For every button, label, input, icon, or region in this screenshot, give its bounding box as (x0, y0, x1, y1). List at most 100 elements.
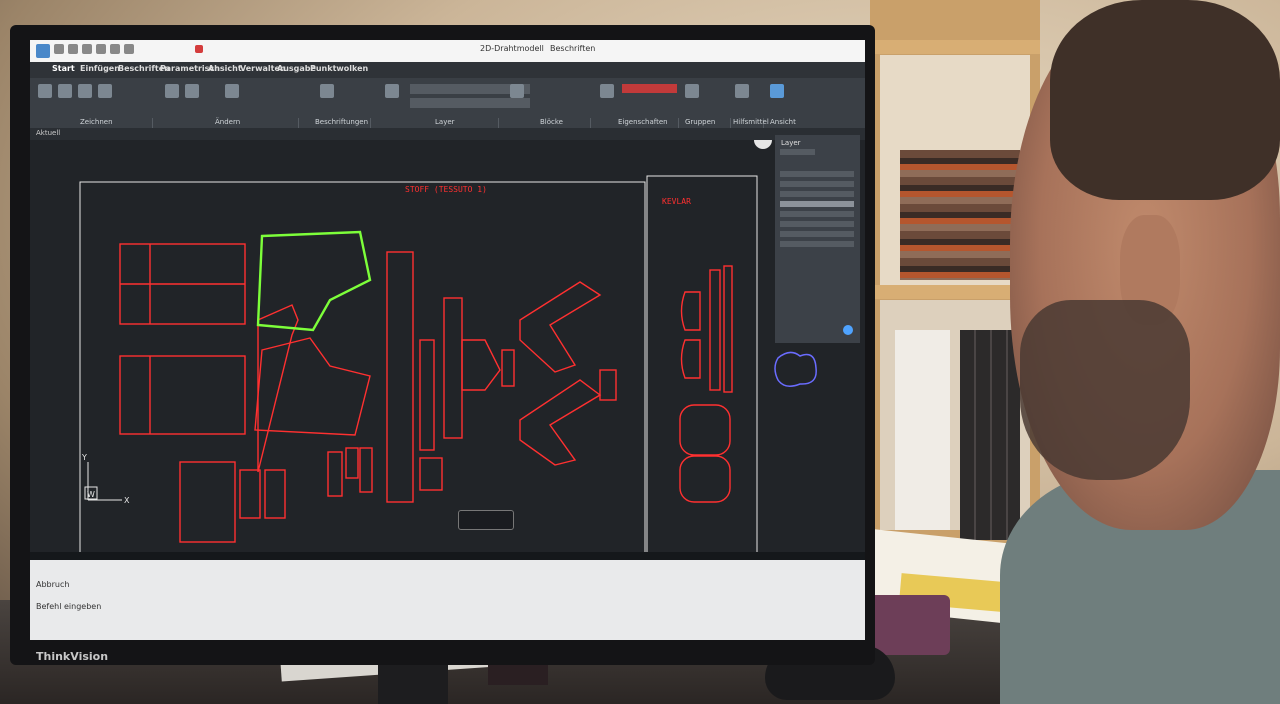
pattern-piece (345, 447, 359, 479)
layer-row[interactable] (780, 191, 854, 197)
kevlar-piece (680, 339, 701, 379)
ribbon-group-zeichnen: Zeichnen (80, 118, 113, 126)
kevlar-piece (723, 265, 733, 393)
pattern-piece (461, 339, 501, 391)
layer-filter-dropdown[interactable] (780, 149, 815, 155)
quick-access-toolbar: 2D-Drahtmodell Beschriften (30, 40, 865, 62)
kevlar-piece (709, 269, 721, 391)
stacked-books (900, 150, 1020, 280)
selected-pattern-piece (256, 230, 372, 332)
pattern-piece (239, 469, 261, 519)
view-base-icon[interactable] (770, 84, 784, 98)
layer-row[interactable] (780, 241, 854, 247)
pattern-piece (419, 339, 435, 451)
layer-row[interactable] (780, 231, 854, 237)
ucs-x-label: X (124, 496, 130, 505)
pattern-piece (519, 281, 602, 373)
layer-row[interactable] (780, 181, 854, 187)
layer-palette: Layer (775, 135, 860, 343)
ucs-w-label: W (87, 490, 95, 499)
open-file-icon[interactable] (68, 44, 78, 54)
measure-icon[interactable] (735, 84, 749, 98)
ribbon-group-hilfsmittel: Hilfsmittel (733, 118, 769, 126)
layer-row[interactable] (780, 221, 854, 227)
pattern-piece (359, 447, 373, 493)
ribbon-group-eigenschaften: Eigenschaften (618, 118, 668, 126)
new-file-icon[interactable] (54, 44, 64, 54)
pattern-piece (443, 297, 463, 439)
pattern-piece (327, 451, 343, 497)
pattern-piece (386, 251, 414, 503)
layer-row-selected[interactable] (780, 201, 854, 207)
ribbon-group-beschriftungen: Beschriftungen (315, 118, 369, 126)
person-beard (1020, 300, 1190, 480)
command-input[interactable]: Befehl eingeben (36, 602, 101, 611)
file-tab-bar: Aktuell (30, 128, 865, 140)
layer-row[interactable] (780, 211, 854, 217)
drawing-canvas[interactable]: STOFF (TESSUTO 1) KEVLAR Y X W (30, 131, 865, 563)
kevlar-piece (679, 455, 731, 503)
storage-box (895, 330, 950, 530)
layer-row[interactable] (780, 171, 854, 177)
screen: 2D-Drahtmodell Beschriften Start Einfüge… (30, 40, 865, 640)
pattern-piece (519, 379, 602, 466)
ribbon-group-aendern: Ändern (215, 118, 241, 126)
viewcube-icon (754, 131, 772, 149)
rotate-tool-icon[interactable] (185, 84, 199, 98)
print-icon[interactable] (96, 44, 106, 54)
tab-start[interactable]: Start (52, 64, 75, 73)
arc-tool-icon[interactable] (98, 84, 112, 98)
undo-icon[interactable] (110, 44, 120, 54)
move-tool-icon[interactable] (165, 84, 179, 98)
circle-tool-icon[interactable] (78, 84, 92, 98)
sheet-label-fabric: STOFF (TESSUTO 1) (405, 185, 487, 194)
copy-tool-icon[interactable] (225, 84, 239, 98)
ribbon-group-bloecke: Blöcke (540, 118, 563, 126)
kevlar-piece (679, 404, 731, 456)
group-icon[interactable] (685, 84, 699, 98)
insert-block-icon[interactable] (510, 84, 524, 98)
workspace-dropdown[interactable]: 2D-Drahtmodell (480, 44, 544, 53)
text-tool-icon[interactable] (320, 84, 334, 98)
pattern-piece (179, 461, 236, 543)
ribbon-group-layer: Layer (435, 118, 455, 126)
layer-state-dropdown[interactable] (410, 98, 530, 108)
tab-einfuegen[interactable]: Einfügen (80, 64, 120, 73)
workspace-label[interactable]: Beschriften (550, 44, 595, 53)
color-dropdown[interactable] (622, 84, 677, 93)
color-swatch-icon[interactable] (195, 45, 203, 53)
command-history: Abbruch (36, 580, 70, 589)
pattern-piece (599, 369, 617, 401)
polyline-tool-icon[interactable] (58, 84, 72, 98)
layer-palette-title: Layer (781, 139, 801, 147)
pattern-piece (257, 304, 299, 473)
ucs-y-label: Y (81, 453, 87, 462)
pattern-piece (419, 457, 443, 491)
redo-icon[interactable] (124, 44, 134, 54)
person-hair (1050, 0, 1280, 200)
blue-outline-shape (774, 351, 817, 387)
tab-ansicht[interactable]: Ansicht (208, 64, 242, 73)
pattern-piece (254, 337, 371, 436)
ribbon-group-gruppen: Gruppen (685, 118, 716, 126)
file-tab[interactable]: Aktuell (36, 129, 60, 137)
sheet-label-kevlar: KEVLAR (662, 197, 691, 206)
pattern-piece (501, 349, 515, 387)
pattern-piece (119, 355, 246, 435)
pattern-drawing: STOFF (TESSUTO 1) KEVLAR Y X W (79, 131, 817, 563)
kevlar-piece (680, 291, 701, 331)
match-properties-icon[interactable] (600, 84, 614, 98)
layer-properties-icon[interactable] (385, 84, 399, 98)
save-icon[interactable] (82, 44, 92, 54)
palette-status-icon[interactable] (843, 325, 853, 335)
monitor-brand-logo: ThinkVision (36, 650, 109, 663)
shelf-board (870, 40, 1040, 54)
pattern-piece (264, 469, 286, 519)
line-tool-icon[interactable] (38, 84, 52, 98)
ribbon-tabs: Start Einfügen Beschriften Parametrisch … (30, 62, 865, 78)
binders (960, 330, 1020, 540)
selection-toolbar[interactable] (458, 510, 514, 530)
app-menu-icon[interactable] (36, 44, 50, 58)
tab-punktwolken[interactable]: Punktwolken (310, 64, 368, 73)
command-line (30, 560, 865, 640)
